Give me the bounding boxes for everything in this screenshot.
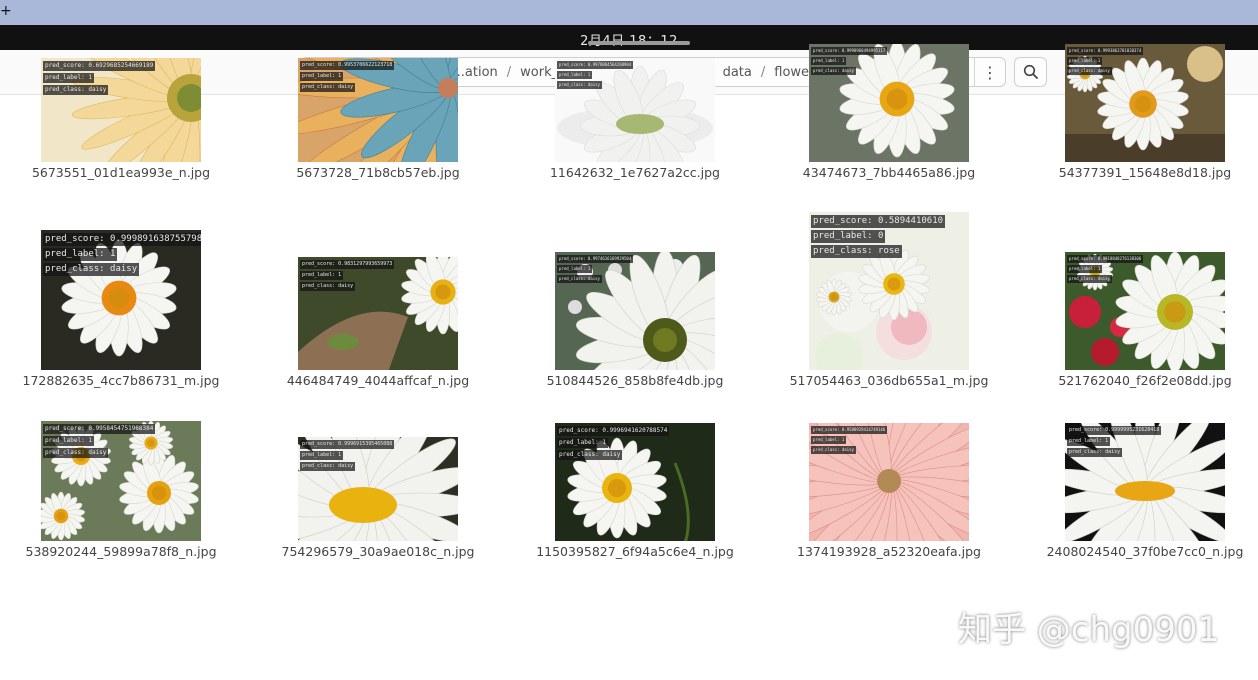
prediction-overlay-line: pred_score: 0.9998960494995117 bbox=[811, 47, 888, 55]
image-thumbnail: pred_score: 0.9918848276138306 pred_label… bbox=[1065, 252, 1225, 370]
file-name: 754296579_30a9ae018c_n.jpg bbox=[281, 544, 475, 559]
image-thumbnail: pred_score: 0.9831297993659973 pred_label… bbox=[298, 257, 458, 370]
file-item[interactable]: pred_score: 0.9831297993659973 pred_label… bbox=[273, 257, 483, 389]
prediction-overlay-line: pred_label: 1 bbox=[811, 436, 847, 444]
file-name: 538920244_59899a78f8_n.jpg bbox=[25, 544, 217, 559]
file-item[interactable]: pred_score: 0.9996941620788574 pred_label… bbox=[530, 423, 740, 560]
prediction-overlay-line: pred_label: 1 bbox=[1067, 265, 1103, 273]
prediction-overlay-line: pred_class: daisy bbox=[811, 67, 856, 75]
prediction-overlay-line: pred_score: 0.9998916387557983 bbox=[43, 233, 201, 246]
file-item[interactable]: pred_score: 0.9953706622123718 pred_label… bbox=[273, 58, 483, 181]
image-thumbnail: pred_score: 0.9996915395465088 pred_label… bbox=[298, 437, 458, 541]
prediction-overlay-line: pred_score: 0.9918848276138306 bbox=[1067, 255, 1144, 263]
file-name: 517054463_036db655a1_m.jpg bbox=[789, 373, 989, 388]
file-item[interactable]: pred_score: 0.9996915395465088 pred_label… bbox=[273, 437, 483, 560]
image-thumbnail: pred_score: 0.9993863701820374 pred_label… bbox=[1065, 44, 1225, 162]
file-name: 5673551_01d1ea993e_n.jpg bbox=[31, 165, 211, 180]
desktop-strip: + bbox=[0, 0, 1258, 25]
image-thumbnail: pred_score: 0.5894410610 pred_label: 0 pre… bbox=[809, 212, 969, 370]
prediction-overlay-line: pred_score: 0.9978084564208984 bbox=[557, 61, 634, 69]
file-name: 2408024540_37f0be7cc0_n.jpg bbox=[1046, 544, 1244, 559]
prediction-overlay-line: pred_score: 0.9999995231628418 bbox=[1067, 426, 1162, 435]
file-item[interactable]: pred_score: 0.9998916387557983 pred_label… bbox=[16, 230, 226, 389]
prediction-overlay-line: pred_class: daisy bbox=[43, 448, 109, 458]
prediction-overlay-line: pred_class: daisy bbox=[1067, 275, 1112, 283]
file-name: 54377391_15648e8d18.jpg bbox=[1058, 165, 1232, 180]
file-item[interactable]: pred_score: 0.9588929414749146 pred_label… bbox=[784, 423, 994, 560]
prediction-overlay-line: pred_class: daisy bbox=[300, 462, 356, 471]
prediction-overlay-line: pred_class: daisy bbox=[557, 81, 602, 89]
image-thumbnail: pred_score: 0.9996941620788574 pred_label… bbox=[555, 423, 715, 541]
prediction-overlay-line: pred_class: daisy bbox=[300, 83, 356, 92]
file-item[interactable]: pred_score: 0.9998960494995117 pred_label… bbox=[784, 44, 994, 181]
file-name: 11642632_1e7627a2cc.jpg bbox=[549, 165, 720, 180]
prediction-overlay-line: pred_label: 1 bbox=[811, 57, 847, 65]
prediction-overlay-line: pred_label: 1 bbox=[1067, 57, 1103, 65]
prediction-overlay-line: pred_label: 1 bbox=[557, 265, 593, 273]
corner-plus-glyph: + bbox=[0, 3, 12, 19]
prediction-overlay-line: pred_score: 0.9953706622123718 bbox=[300, 61, 395, 70]
prediction-overlay-line: pred_class: daisy bbox=[43, 85, 109, 95]
file-item[interactable]: pred_score: 0.9978084564208984 pred_label… bbox=[530, 58, 740, 181]
image-thumbnail: pred_score: 0.9998960494995117 pred_label… bbox=[809, 44, 969, 162]
prediction-overlay-line: pred_score: 0.9974616169929504 bbox=[557, 255, 634, 263]
prediction-overlay-line: pred_score: 0.9958454751968384 bbox=[43, 424, 156, 434]
prediction-overlay-line: pred_label: 1 bbox=[43, 73, 94, 83]
prediction-overlay-line: pred_label: 1 bbox=[300, 72, 344, 81]
prediction-overlay-line: pred_label: 1 bbox=[557, 438, 608, 448]
file-item[interactable]: pred_score: 0.9958454751968384 pred_label… bbox=[16, 421, 226, 560]
search-icon bbox=[1023, 64, 1038, 79]
file-item[interactable]: pred_score: 0.9918848276138306 pred_label… bbox=[1040, 252, 1250, 389]
prediction-overlay-line: pred_score: 0.9993863701820374 bbox=[1067, 47, 1144, 55]
prediction-overlay-line: pred_label: 1 bbox=[557, 71, 593, 79]
prediction-overlay-line: pred_score: 0.9831297993659973 bbox=[300, 260, 395, 269]
file-name: 43474673_7bb4465a86.jpg bbox=[802, 165, 976, 180]
breadcrumb-separator: / bbox=[506, 64, 512, 80]
prediction-overlay-line: pred_class: rose bbox=[811, 245, 902, 258]
file-item[interactable]: pred_score: 0.9993863701820374 pred_label… bbox=[1040, 44, 1250, 181]
file-name: 172882635_4cc7b86731_m.jpg bbox=[22, 373, 220, 388]
image-thumbnail: pred_score: 0.9978084564208984 pred_label… bbox=[555, 58, 715, 162]
image-thumbnail: pred_score: 0.6929685254669189 pred_label… bbox=[41, 58, 201, 162]
image-thumbnail: pred_score: 0.9974616169929504 pred_label… bbox=[555, 252, 715, 370]
prediction-overlay-line: pred_label: 1 bbox=[43, 436, 94, 446]
file-grid: pred_score: 0.6929685254669189 pred_label… bbox=[0, 44, 1258, 680]
image-thumbnail: pred_score: 0.9999995231628418 pred_label… bbox=[1065, 423, 1225, 541]
file-name: 521762040_f26f2e08dd.jpg bbox=[1058, 373, 1232, 388]
image-thumbnail: pred_score: 0.9998916387557983 pred_label… bbox=[41, 230, 201, 370]
file-item[interactable]: pred_score: 0.9999995231628418 pred_label… bbox=[1040, 423, 1250, 560]
prediction-overlay-line: pred_label: 0 bbox=[811, 230, 886, 243]
prediction-overlay-line: pred_label: 1 bbox=[300, 271, 344, 280]
prediction-overlay-line: pred_class: daisy bbox=[1067, 67, 1112, 75]
file-name: 1374193928_a52320eafa.jpg bbox=[797, 544, 981, 559]
prediction-overlay-line: pred_score: 0.9996915395465088 bbox=[300, 440, 395, 449]
prediction-overlay-line: pred_score: 0.9996941620788574 bbox=[557, 426, 670, 436]
breadcrumb-separator: / bbox=[760, 64, 766, 80]
image-thumbnail: pred_score: 0.9588929414749146 pred_label… bbox=[809, 423, 969, 541]
image-thumbnail: pred_score: 0.9958454751968384 pred_label… bbox=[41, 421, 201, 541]
prediction-overlay-line: pred_label: 1 bbox=[43, 248, 118, 261]
file-name: 5673728_71b8cb57eb.jpg bbox=[296, 165, 460, 180]
prediction-overlay-line: pred_class: daisy bbox=[1067, 448, 1123, 457]
prediction-overlay-line: pred_label: 1 bbox=[300, 451, 344, 460]
prediction-overlay-line: pred_class: daisy bbox=[300, 282, 356, 291]
prediction-overlay-line: pred_class: daisy bbox=[43, 263, 140, 276]
prediction-overlay-line: pred_score: 0.6929685254669189 bbox=[43, 61, 156, 71]
file-item[interactable]: pred_score: 0.5894410610 pred_label: 0 pre… bbox=[784, 212, 994, 389]
file-item[interactable]: pred_score: 0.9974616169929504 pred_label… bbox=[530, 252, 740, 389]
prediction-overlay-line: pred_class: daisy bbox=[557, 275, 602, 283]
image-thumbnail: pred_score: 0.9953706622123718 pred_label… bbox=[298, 58, 458, 162]
prediction-overlay-line: pred_score: 0.9588929414749146 bbox=[811, 426, 888, 434]
window-drag-handle[interactable] bbox=[588, 41, 690, 45]
prediction-overlay-line: pred_class: daisy bbox=[811, 446, 856, 454]
file-name: 446484749_4044affcaf_n.jpg bbox=[286, 373, 470, 388]
file-name: 510844526_858b8fe4db.jpg bbox=[546, 373, 724, 388]
file-item[interactable]: pred_score: 0.6929685254669189 pred_label… bbox=[16, 58, 226, 181]
prediction-overlay-line: pred_label: 1 bbox=[1067, 437, 1111, 446]
file-name: 1150395827_6f94a5c6e4_n.jpg bbox=[536, 544, 734, 559]
prediction-overlay-line: pred_score: 0.5894410610 bbox=[811, 215, 946, 228]
prediction-overlay-line: pred_class: daisy bbox=[557, 450, 623, 460]
